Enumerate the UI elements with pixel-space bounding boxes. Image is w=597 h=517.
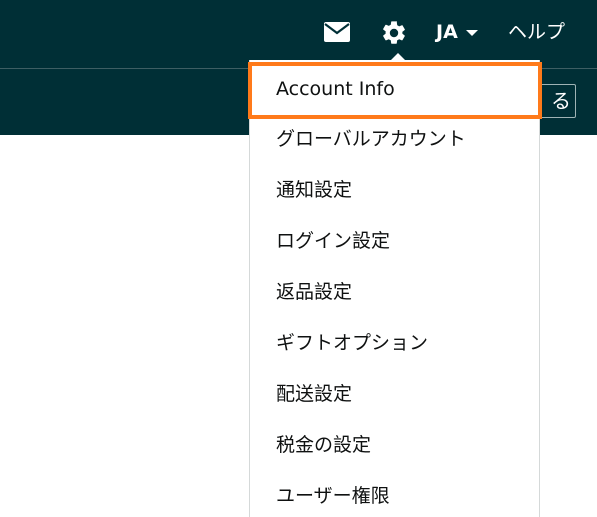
- page: る JA ヘルプ Account Info グローバルアカウント 通知設定 ログ…: [0, 0, 597, 517]
- menu-item-shipping-settings[interactable]: 配送設定: [276, 379, 352, 409]
- subbar-button-label: る: [551, 89, 571, 113]
- mail-icon[interactable]: [323, 20, 351, 44]
- chevron-down-icon: [465, 30, 478, 36]
- menu-item-notification-settings[interactable]: 通知設定: [276, 175, 352, 205]
- help-link[interactable]: ヘルプ: [508, 18, 565, 46]
- settings-dropdown-menu: Account Info グローバルアカウント 通知設定 ログイン設定 返品設定…: [249, 60, 540, 517]
- menu-item-tax-settings[interactable]: 税金の設定: [276, 430, 371, 460]
- gear-icon[interactable]: [380, 19, 408, 47]
- menu-item-global-account[interactable]: グローバルアカウント: [276, 124, 466, 154]
- menu-item-return-settings[interactable]: 返品設定: [276, 277, 352, 307]
- menu-item-gift-options[interactable]: ギフトオプション: [276, 328, 428, 358]
- language-selector[interactable]: JA: [436, 18, 478, 46]
- language-code: JA: [436, 21, 458, 43]
- menu-item-login-settings[interactable]: ログイン設定: [276, 226, 390, 256]
- menu-item-user-permissions[interactable]: ユーザー権限: [276, 481, 390, 511]
- menu-item-account-info[interactable]: Account Info: [276, 74, 395, 104]
